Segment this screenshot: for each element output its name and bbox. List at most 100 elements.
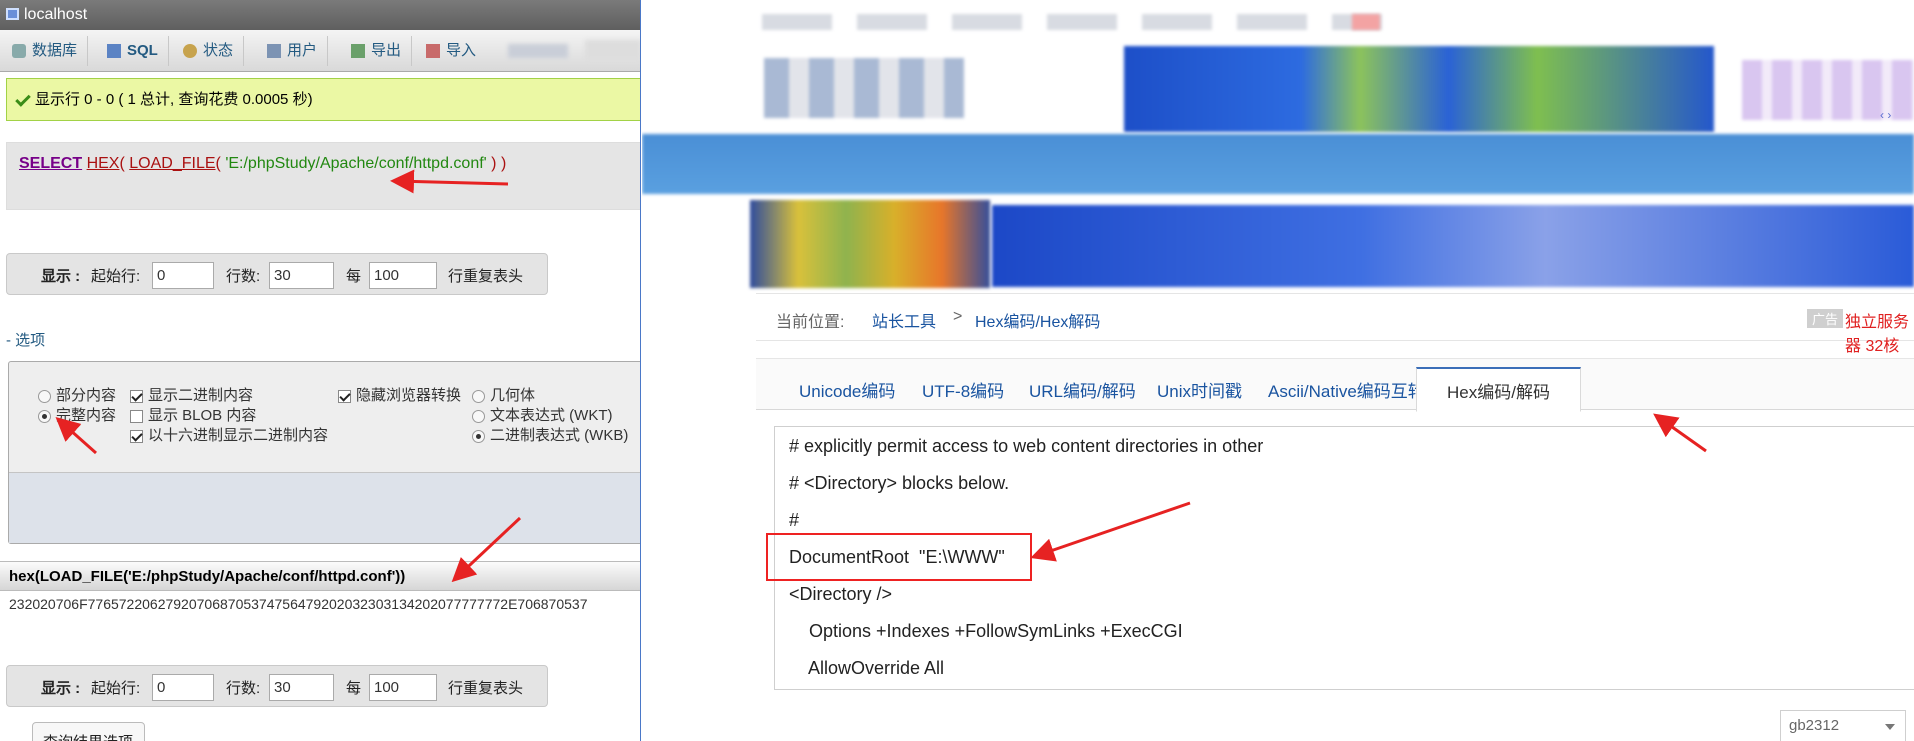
option-show-binary[interactable]: 显示二进制内容 — [130, 387, 253, 405]
breadcrumb-prefix: 当前位置: — [776, 314, 845, 331]
radio-wkt[interactable] — [472, 410, 485, 423]
option-hex-binary[interactable]: 以十六进制显示二进制内容 — [130, 427, 328, 445]
tab-utf8[interactable]: UTF-8编码 — [922, 377, 1004, 402]
export-icon — [351, 44, 365, 58]
breadcrumb-link-hex[interactable]: Hex编码/Hex解码 — [975, 308, 1100, 332]
nav-repeat-label: 行重复表头 — [448, 680, 524, 697]
nav-start-label: 起始行: — [91, 268, 141, 285]
obscured-top-nav — [762, 14, 1382, 30]
database-icon — [12, 44, 26, 58]
tab-database[interactable]: 数据库 — [6, 36, 89, 66]
sql-query: SELECT HEX( LOAD_FILE( 'E:/phpStudy/Apac… — [19, 155, 506, 173]
import-icon — [426, 44, 440, 58]
hex-tool-webpage: ‹ › 当前位置: 站长工具 > Hex编码/Hex解码 广告 独立服务器 32… — [642, 0, 1914, 741]
banner-nav[interactable]: ‹ › — [1880, 108, 1891, 122]
option-show-blob[interactable]: 显示 BLOB 内容 — [130, 407, 256, 425]
nav-every-label: 每 — [346, 268, 362, 285]
obscured-ad — [750, 200, 990, 288]
status-icon — [183, 44, 197, 58]
nav-start-label: 起始行: — [91, 680, 141, 697]
option-full-text[interactable]: 完整内容 — [38, 407, 116, 425]
obscured-logo — [764, 58, 964, 118]
phpmyadmin-panel: localhost 数据库 SQL 状态 用户 导出 导入 显示行 0 - 0 … — [0, 0, 641, 741]
encoding-select[interactable]: gb2312 — [1780, 710, 1906, 741]
obscured-tab — [585, 40, 640, 60]
repeat-header-input[interactable] — [369, 674, 437, 701]
tab-sql[interactable]: SQL — [101, 36, 169, 66]
checkbox-show-binary[interactable] — [130, 390, 143, 403]
window-icon — [6, 8, 19, 20]
obscured-banner-ad — [1124, 46, 1714, 132]
rows-input[interactable] — [269, 674, 334, 701]
breadcrumb: 当前位置: 站长工具 > Hex编码/Hex解码 广告 独立服务器 32核16G — [756, 293, 1914, 373]
sql-punct: ) ) — [491, 155, 507, 172]
tab-import[interactable]: 导入 — [420, 36, 486, 66]
sql-string-path: 'E:/phpStudy/Apache/conf/httpd.conf' — [225, 155, 487, 172]
checkbox-hex-binary[interactable] — [130, 430, 143, 443]
nav-show-label: 显示 : — [41, 680, 81, 697]
nav-rows-label: 行数: — [226, 268, 261, 285]
query-results-options-tab[interactable]: 查询结果选项 — [32, 722, 145, 741]
encoding-value: gb2312 — [1789, 717, 1840, 734]
window-titlebar: localhost — [0, 0, 640, 30]
window-title: localhost — [24, 6, 88, 23]
radio-full[interactable] — [38, 410, 51, 423]
result-cell: 232020706F776572206279207068705374756479… — [9, 596, 588, 612]
output-line: AllowOverride All — [789, 658, 945, 678]
option-geometry[interactable]: 几何体 — [472, 387, 535, 405]
obscured-tab — [508, 44, 568, 58]
start-row-input[interactable] — [152, 262, 214, 289]
option-hide-browser[interactable]: 隐藏浏览器转换 — [338, 387, 461, 405]
tab-status[interactable]: 状态 — [177, 36, 245, 66]
sql-function-hex[interactable]: HEX — [87, 155, 120, 172]
sql-query-box[interactable]: SELECT HEX( LOAD_FILE( 'E:/phpStudy/Apac… — [6, 142, 640, 210]
sql-punct: ( — [215, 155, 221, 172]
checkbox-show-blob[interactable] — [130, 410, 143, 423]
ad-badge: 广告 — [1807, 309, 1844, 328]
annotation-highlight-box — [766, 533, 1032, 581]
repeat-header-input[interactable] — [369, 262, 437, 289]
navigation-bar-bottom: 显示 : 起始行: 行数: 每 行重复表头 — [6, 665, 548, 707]
radio-wkb[interactable] — [472, 430, 485, 443]
output-line: # explicitly permit access to web conten… — [789, 436, 1264, 456]
options-panel: 部分内容 完整内容 显示二进制内容 显示 BLOB 内容 以十六进制显示二进制内… — [8, 361, 640, 544]
check-icon — [15, 91, 31, 107]
tab-unicode[interactable]: Unicode编码 — [799, 377, 895, 402]
result-column-header[interactable]: hex(LOAD_FILE('E:/phpStudy/Apache/conf/h… — [0, 561, 640, 591]
radio-geometry[interactable] — [472, 390, 485, 403]
chevron-down-icon — [1885, 724, 1895, 730]
nav-every-label: 每 — [346, 680, 362, 697]
option-partial-text[interactable]: 部分内容 — [38, 387, 116, 405]
tab-export[interactable]: 导出 — [345, 36, 413, 66]
tab-users[interactable]: 用户 — [261, 36, 329, 66]
sql-keyword-select: SELECT — [19, 155, 83, 172]
tab-ascii-native[interactable]: Ascii/Native编码互转 — [1268, 377, 1425, 402]
option-wkb[interactable]: 二进制表达式 (WKB) — [472, 427, 628, 445]
output-line: # <Directory> blocks below. — [789, 473, 1010, 493]
breadcrumb-link-tools[interactable]: 站长工具 — [872, 308, 936, 332]
start-row-input[interactable] — [152, 674, 214, 701]
output-line: Options +Indexes +FollowSymLinks +ExecCG… — [789, 621, 1183, 641]
options-footer — [9, 472, 640, 543]
tab-hex[interactable]: Hex编码/解码 — [1416, 367, 1581, 412]
output-line: # — [789, 510, 800, 530]
breadcrumb-separator: > — [953, 308, 963, 325]
tab-unix-time[interactable]: Unix时间戳 — [1157, 377, 1242, 402]
nav-repeat-label: 行重复表头 — [448, 268, 524, 285]
pma-tabbar: 数据库 SQL 状态 用户 导出 导入 — [0, 30, 640, 72]
navigation-bar-top: 显示 : 起始行: 行数: 每 行重复表头 — [6, 253, 548, 295]
users-icon — [267, 44, 281, 58]
rows-input[interactable] — [269, 262, 334, 289]
sql-function-load-file[interactable]: LOAD_FILE — [129, 155, 215, 172]
output-line: <Directory /> — [789, 584, 893, 604]
sql-icon — [107, 44, 121, 58]
tab-url[interactable]: URL编码/解码 — [1029, 377, 1136, 402]
radio-partial[interactable] — [38, 390, 51, 403]
obscured-top-nav — [1352, 14, 1380, 30]
nav-show-label: 显示 : — [41, 268, 81, 285]
obscured-main-nav — [642, 134, 1914, 194]
option-wkt[interactable]: 文本表达式 (WKT) — [472, 407, 612, 425]
nav-rows-label: 行数: — [226, 680, 261, 697]
options-toggle-link[interactable]: - 选项 — [6, 329, 45, 350]
checkbox-hide-browser[interactable] — [338, 390, 351, 403]
